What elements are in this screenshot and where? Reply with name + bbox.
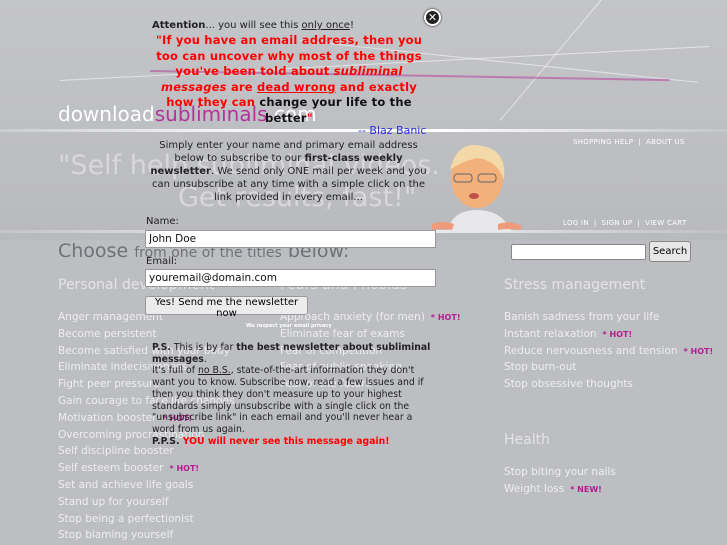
- title-link[interactable]: Banish sadness from your life: [504, 311, 659, 323]
- email-label: Email:: [146, 256, 178, 267]
- quote-end: ": [306, 110, 313, 125]
- list-item[interactable]: Become persistent: [58, 326, 235, 343]
- title-link[interactable]: Motivation booster: [58, 412, 157, 424]
- title-link[interactable]: Weight loss: [504, 483, 564, 495]
- title-link[interactable]: Self esteem booster: [58, 462, 164, 474]
- ps-text: This is by far: [170, 342, 237, 353]
- quote-underline: dead wrong: [256, 79, 336, 94]
- popup-intro: Simply enter your name and primary email…: [146, 139, 431, 204]
- list-item[interactable]: Set and achieve life goals: [58, 477, 235, 494]
- title-link[interactable]: Stop biting your nails: [504, 466, 616, 478]
- top-links: SHOPPING HELP | ABOUT US: [573, 138, 685, 146]
- ps-label: P.S.: [152, 342, 171, 353]
- title-link[interactable]: Reduce nervousness and tension: [504, 345, 678, 357]
- list-item[interactable]: Stop biting your nails: [504, 464, 616, 481]
- badge: * NEW!: [570, 484, 602, 494]
- list-item[interactable]: Instant relaxation * HOT!: [504, 326, 713, 343]
- title-link[interactable]: Stand up for yourself: [58, 496, 168, 508]
- list-item[interactable]: Stop being a perfectionist: [58, 511, 235, 528]
- search-input[interactable]: [511, 244, 646, 260]
- choose-big: Choose: [58, 240, 129, 262]
- list-item[interactable]: Weight loss * NEW!: [504, 481, 616, 498]
- quote-black: change your life to the better: [259, 95, 412, 125]
- badge: * HOT!: [602, 329, 633, 339]
- list-item[interactable]: Stand up for yourself: [58, 494, 235, 511]
- category-list-stress-management: Banish sadness from your life Instant rel…: [504, 309, 713, 393]
- privacy-note: We respect your email privacy: [246, 323, 332, 329]
- list-item[interactable]: Banish sadness from your life: [504, 309, 713, 326]
- list-item[interactable]: Stop blaming yourself: [58, 527, 235, 544]
- title-link[interactable]: Set and achieve life goals: [58, 479, 193, 491]
- category-list-health: Stop biting your nails Weight loss * NEW!: [504, 464, 616, 498]
- ps-underline: no B.S.: [197, 365, 231, 377]
- close-icon[interactable]: ✕: [424, 9, 441, 26]
- attention-underline: only once: [301, 20, 350, 31]
- account-links: LOG IN | SIGN UP | VIEW CART: [563, 219, 687, 227]
- list-item[interactable]: Stop obsessive thoughts: [504, 376, 713, 393]
- attention-end: !: [349, 20, 354, 31]
- popup-attention: Attention... you will see this only once…: [152, 20, 354, 31]
- badge: * HOT!: [683, 346, 714, 356]
- title-link[interactable]: Stop blaming yourself: [58, 529, 173, 541]
- woman-photo: [432, 145, 522, 232]
- name-input[interactable]: [145, 230, 436, 248]
- list-item[interactable]: Reduce nervousness and tension * HOT!: [504, 343, 713, 360]
- pps-text: YOU will never see this message again!: [179, 435, 390, 447]
- view-cart-link[interactable]: VIEW CART: [645, 219, 686, 227]
- shopping-help-link[interactable]: SHOPPING HELP: [573, 138, 633, 146]
- badge: * HOT!: [430, 313, 461, 322]
- subscribe-button[interactable]: Yes! Send me the newsletter now: [145, 296, 308, 319]
- ps-text: It's full of: [152, 365, 198, 377]
- email-input[interactable]: [145, 269, 436, 287]
- badge: * HOT!: [169, 464, 200, 474]
- separator: |: [593, 219, 597, 227]
- title-link[interactable]: Stop obsessive thoughts: [504, 378, 633, 390]
- popup-quote: "If you have an email address, then you …: [154, 33, 424, 126]
- quote-author: -- Blaz Banic: [358, 124, 427, 137]
- quote-part: are: [226, 79, 257, 94]
- about-us-link[interactable]: ABOUT US: [646, 138, 685, 146]
- attention-bold: Attention: [152, 20, 206, 31]
- separator: |: [637, 219, 641, 227]
- title-link[interactable]: Become persistent: [58, 328, 157, 340]
- ps-text: .: [203, 353, 207, 365]
- sign-up-link[interactable]: SIGN UP: [602, 219, 633, 227]
- title-link[interactable]: Fight peer pressure: [58, 378, 160, 390]
- title-link[interactable]: Instant relaxation: [504, 328, 597, 340]
- list-item[interactable]: Stop burn-out: [504, 359, 713, 376]
- separator: |: [638, 138, 641, 146]
- list-item[interactable]: Self esteem booster * HOT!: [58, 460, 235, 477]
- logo-prefix: download: [58, 102, 155, 126]
- name-label: Name:: [146, 216, 179, 227]
- attention-text: ... you will see this: [205, 20, 302, 31]
- category-title-health: Health: [504, 432, 550, 448]
- log-in-link[interactable]: LOG IN: [563, 219, 589, 227]
- category-title-stress-management: Stress management: [504, 277, 646, 293]
- title-link[interactable]: Stop being a perfectionist: [58, 513, 194, 525]
- search-button[interactable]: Search: [649, 241, 691, 262]
- pps-label: P.P.S.: [152, 435, 180, 447]
- popup-ps: P.S. This is by far the best newsletter …: [152, 342, 437, 447]
- title-link[interactable]: Eliminate fear of exams: [280, 328, 405, 340]
- title-link[interactable]: Stop burn-out: [504, 361, 577, 373]
